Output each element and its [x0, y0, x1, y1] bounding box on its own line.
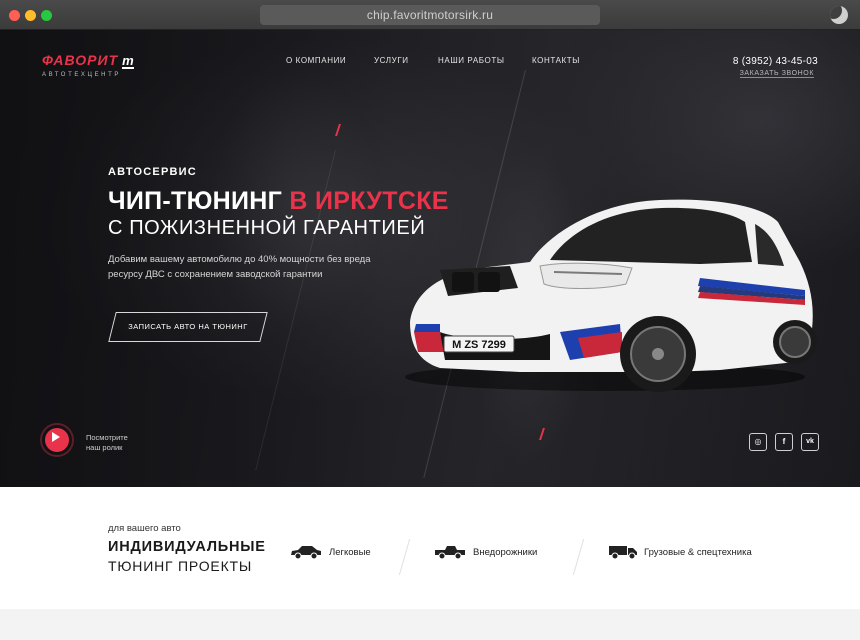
hero-title-main: ЧИП-ТЮНИНГ [108, 187, 290, 215]
category-divider [572, 539, 585, 575]
video-label-line1: Посмотрите [86, 433, 128, 442]
nav-item-company[interactable]: О КОМПАНИИ [286, 56, 346, 65]
nav-item-contacts[interactable]: КОНТАКТЫ [532, 56, 580, 65]
browser-extension-icon[interactable] [830, 6, 848, 24]
projects-title-line1: ИНДИВИДУАЛЬНЫЕ [108, 539, 266, 555]
category-trucks[interactable]: Грузовые & спецтехника [608, 544, 752, 560]
category-divider [398, 539, 411, 575]
address-bar[interactable]: chip.favoritmotorsirk.ru [260, 5, 600, 25]
callback-link[interactable]: ЗАКАЗАТЬ ЗВОНОК [739, 70, 814, 78]
play-icon [52, 432, 60, 442]
car-icon [291, 546, 321, 560]
vk-icon[interactable]: vk [801, 433, 819, 451]
logo-text: ФАВОРИТ [42, 52, 119, 68]
nav-item-works[interactable]: НАШИ РАБОТЫ [438, 56, 505, 65]
instagram-icon[interactable]: ◎ [749, 433, 767, 451]
license-plate: M ZS 7299 [452, 339, 506, 351]
car-image: M ZS 7299 [405, 199, 817, 392]
truck-icon [609, 546, 637, 560]
hero-tagline: АВТОСЕРВИС [108, 166, 197, 178]
logo-mark: m [122, 53, 134, 69]
pickup-icon [435, 546, 465, 560]
maximize-window-button[interactable] [41, 10, 52, 21]
projects-subtitle: для вашего авто [108, 523, 181, 534]
category-label: Легковые [329, 546, 371, 558]
browser-chrome: chip.favoritmotorsirk.ru [0, 0, 860, 30]
hero-title-line2: С ПОЖИЗНЕННОЙ ГАРАНТИЕЙ [108, 217, 426, 239]
hero-lead: Добавим вашему автомобилю до 40% мощност… [108, 254, 371, 280]
minimize-window-button[interactable] [25, 10, 36, 21]
hero-title: ЧИП-ТЮНИНГ В ИРКУТСКЕ [108, 187, 449, 216]
close-window-button[interactable] [9, 10, 20, 21]
category-suv[interactable]: Внедорожники [433, 544, 537, 560]
projects-section: для вашего авто ИНДИВИДУАЛЬНЫЕ ТЮНИНГ ПР… [0, 487, 860, 609]
play-video-button[interactable] [40, 423, 74, 457]
category-label: Внедорожники [473, 546, 538, 558]
next-section-edge [0, 609, 860, 640]
hero-section: ФАВОРИТ m АВТОТЕХЦЕНТР О КОМПАНИИ УСЛУГИ … [0, 30, 860, 487]
facebook-icon[interactable]: f [775, 433, 793, 451]
projects-title-line2: ТЮНИНГ ПРОЕКТЫ [108, 558, 253, 574]
site-logo[interactable]: ФАВОРИТ m АВТОТЕХЦЕНТР [42, 52, 134, 78]
category-label: Грузовые & спецтехника [644, 546, 752, 558]
logo-subtitle: АВТОТЕХЦЕНТР [42, 72, 121, 78]
category-passenger[interactable]: Легковые [289, 544, 371, 560]
video-label[interactable]: Посмотрите наш ролик [86, 433, 128, 453]
phone-number[interactable]: 8 (3952) 43-45-03 [733, 56, 818, 67]
book-tuning-button-label: ЗАПИСАТЬ АВТО НА ТЮНИНГ [128, 322, 248, 331]
book-tuning-button[interactable]: ЗАПИСАТЬ АВТО НА ТЮНИНГ [108, 312, 268, 342]
video-label-line2: наш ролик [86, 443, 123, 452]
nav-item-services[interactable]: УСЛУГИ [374, 56, 409, 65]
